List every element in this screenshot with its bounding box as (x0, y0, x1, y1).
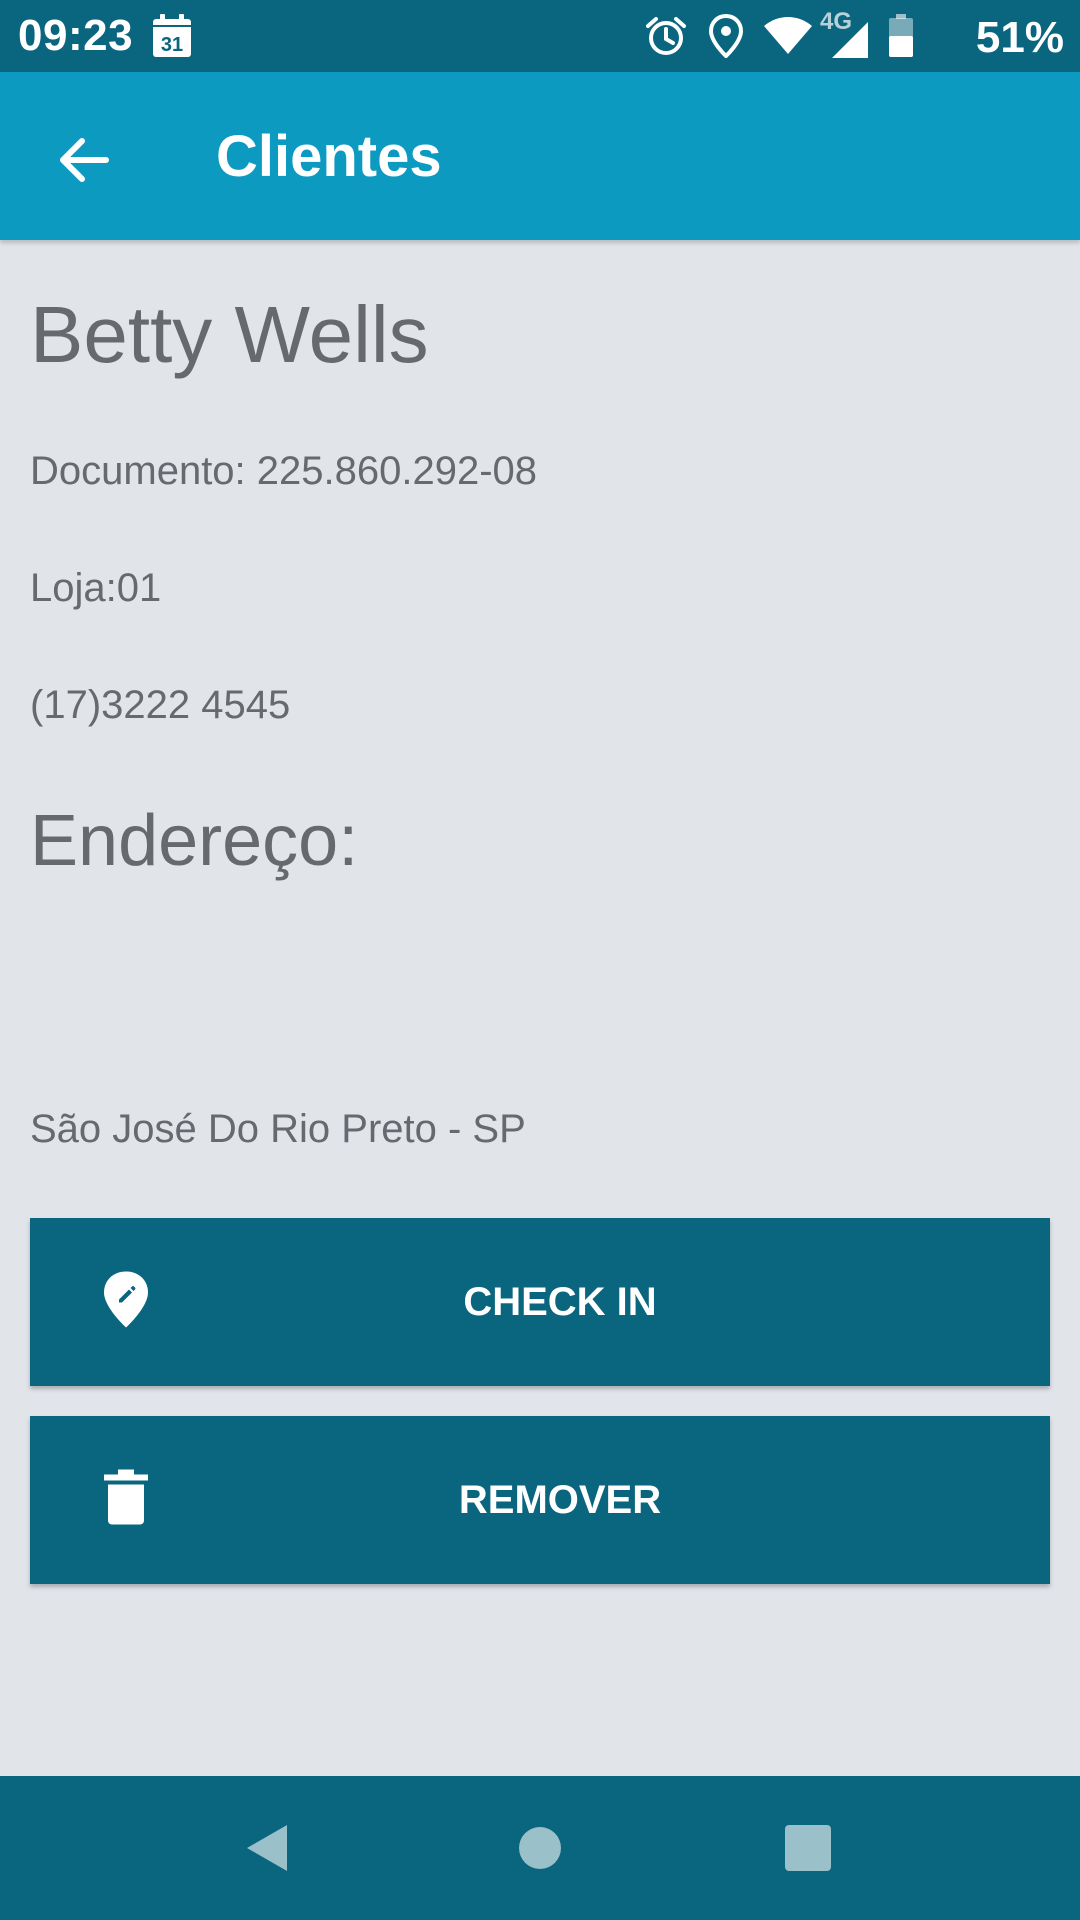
nav-home-icon (519, 1827, 561, 1869)
signal-icon (832, 22, 868, 63)
remove-label: REMOVER (458, 1478, 662, 1522)
system-nav-bar (0, 1776, 1080, 1920)
remove-button[interactable]: REMOVER (30, 1416, 1050, 1584)
status-bar: 09:23 31 4G 51% (0, 0, 1080, 72)
client-document: Documento: 225.860.292-08 (30, 449, 538, 493)
page-title: Clientes (216, 124, 442, 189)
client-phone: (17)3222 4545 (30, 683, 291, 727)
check-in-label: CHECK IN (463, 1280, 657, 1324)
location-icon (708, 13, 744, 63)
nav-back-button[interactable] (218, 1798, 318, 1898)
check-in-button[interactable]: CHECK IN (30, 1218, 1050, 1386)
alarm-icon (644, 14, 688, 63)
nav-home-button[interactable] (490, 1798, 590, 1898)
nav-back-icon (247, 1825, 287, 1871)
battery-percentage: 51% (975, 13, 1064, 62)
status-time: 09:23 (18, 11, 134, 60)
client-store: Loja:01 (30, 566, 162, 610)
nav-recents-icon (785, 1825, 831, 1871)
client-city: São José Do Rio Preto - SP (30, 1107, 526, 1151)
calendar-day: 31 (161, 34, 183, 56)
status-icons: 4G 51% (644, 8, 1064, 63)
client-name: Betty Wells (30, 290, 429, 379)
arrow-back-icon (60, 138, 109, 182)
app-bar: Clientes (0, 72, 1080, 240)
battery-icon (888, 14, 914, 63)
nav-recents-button[interactable] (758, 1798, 858, 1898)
address-heading: Endereço: (30, 801, 359, 881)
calendar-icon: 31 (152, 14, 192, 58)
back-button[interactable] (40, 116, 128, 204)
wifi-icon (764, 16, 812, 61)
